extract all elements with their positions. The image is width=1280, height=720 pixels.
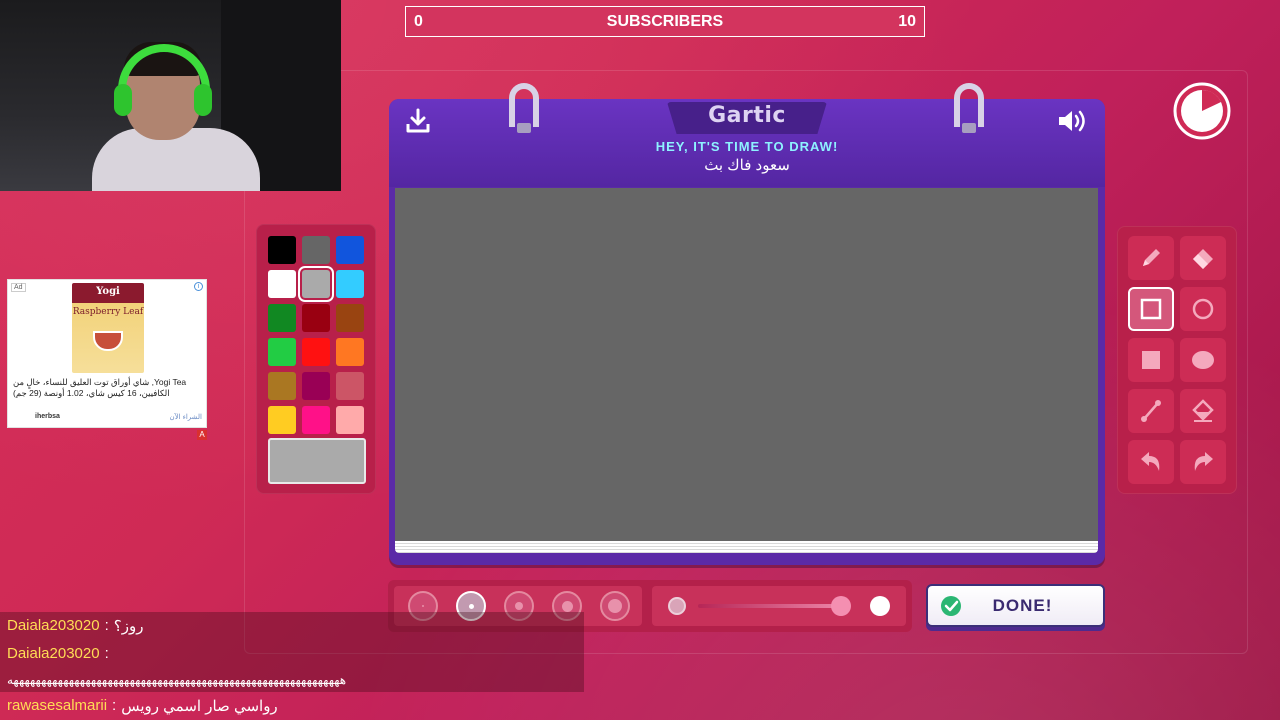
notebook-paper-edge xyxy=(395,541,1098,553)
chat-message: rawasesalmarii : رواسي صار اسمي رويس xyxy=(0,692,278,719)
brush-size-button[interactable] xyxy=(600,591,630,621)
chat-text: رواسي صار اسمي رويس xyxy=(121,697,278,715)
color-swatch[interactable] xyxy=(302,372,330,400)
color-swatch[interactable] xyxy=(268,270,296,298)
advertisement[interactable]: Ad i Yogi Raspberry Leaf Yogi Tea, شاي أ… xyxy=(7,279,207,428)
chat-username: rawasesalmarii xyxy=(7,697,108,714)
brush-size-dot-icon xyxy=(422,605,424,607)
pencil-tool[interactable] xyxy=(1128,236,1174,280)
drawing-notebook: Gartic HEY, IT'S TIME TO DRAW! سعود فاك … xyxy=(389,83,1105,565)
done-button[interactable]: DONE! xyxy=(926,584,1105,627)
headset-earcup-left xyxy=(114,84,132,116)
color-swatch[interactable] xyxy=(336,270,364,298)
stream-chat: Daiala203020 : روز؟ Daiala203020 : ههههه… xyxy=(0,612,584,720)
brush-size-dot-icon xyxy=(515,602,523,610)
brush-size-dot-icon xyxy=(468,603,474,609)
speaker-icon[interactable] xyxy=(1056,108,1088,134)
brush-size-dot-icon xyxy=(561,600,573,612)
fill-bucket-icon xyxy=(1192,399,1214,422)
color-swatch[interactable] xyxy=(302,406,330,434)
color-swatch[interactable] xyxy=(268,304,296,332)
chat-message-continuation: هههههههههههههههههههههههههههههههههههههههه… xyxy=(0,666,347,693)
ellipse-filled-tool[interactable] xyxy=(1180,338,1226,382)
timer-icon xyxy=(1173,82,1231,140)
rectangle-filled-tool[interactable] xyxy=(1128,338,1174,382)
ad-cta-link[interactable]: الشراء الآن xyxy=(170,413,202,421)
ad-product-brand: Yogi xyxy=(96,286,120,297)
chat-separator: : xyxy=(104,617,109,634)
color-swatch[interactable] xyxy=(268,406,296,434)
drawing-canvas[interactable] xyxy=(395,188,1098,541)
headset-earcup-right xyxy=(194,84,212,116)
chat-username: Daiala203020 xyxy=(7,617,100,634)
color-swatch[interactable] xyxy=(302,236,330,264)
webcam-overlay xyxy=(0,0,341,191)
subscriber-goal-bar: 0 SUBSCRIBERS 10 xyxy=(405,6,925,37)
secret-word: سعود فاك بث xyxy=(704,157,790,174)
color-swatch[interactable] xyxy=(336,372,364,400)
color-swatch[interactable] xyxy=(336,236,364,264)
ad-info-icon[interactable]: i xyxy=(194,282,203,291)
opacity-slider-track[interactable] xyxy=(698,604,848,608)
redo-tool[interactable] xyxy=(1180,440,1226,484)
chat-separator: : xyxy=(104,645,109,662)
undo-icon xyxy=(1141,452,1160,471)
undo-tool[interactable] xyxy=(1128,440,1174,484)
color-swatch[interactable] xyxy=(268,236,296,264)
rectangle-outline-tool[interactable] xyxy=(1128,287,1174,331)
ellipse-outline-icon xyxy=(1192,298,1214,320)
binder-ring-right xyxy=(954,83,984,133)
ellipse-filled-icon xyxy=(1192,351,1214,369)
opacity-slider-handle[interactable] xyxy=(830,596,851,616)
eraser-icon xyxy=(1193,249,1213,269)
color-swatch[interactable] xyxy=(268,338,296,366)
chat-message: Daiala203020 : xyxy=(0,640,114,667)
chat-text: هههههههههههههههههههههههههههههههههههههههه… xyxy=(7,672,347,687)
color-swatch[interactable] xyxy=(302,304,330,332)
ad-flag-icon[interactable]: A xyxy=(197,430,207,440)
gartic-logo: Gartic xyxy=(708,103,786,128)
opacity-slider-group xyxy=(652,586,906,626)
done-button-label: DONE! xyxy=(992,595,1053,615)
line-icon xyxy=(1141,400,1161,422)
color-swatch[interactable] xyxy=(336,406,364,434)
drawing-tools-panel xyxy=(1117,226,1237,494)
subscriber-current: 0 xyxy=(414,12,423,30)
rectangle-outline-icon xyxy=(1140,298,1162,320)
redo-icon xyxy=(1194,452,1213,471)
ellipse-outline-tool[interactable] xyxy=(1180,287,1226,331)
ad-product-flavor: Raspberry Leaf xyxy=(72,307,144,317)
line-tool[interactable] xyxy=(1128,389,1174,433)
chat-text: روز؟ xyxy=(113,617,144,635)
color-swatch[interactable] xyxy=(298,266,334,302)
eraser-tool[interactable] xyxy=(1180,236,1226,280)
color-swatch[interactable] xyxy=(336,338,364,366)
check-icon xyxy=(941,595,961,616)
color-swatch[interactable] xyxy=(268,372,296,400)
tea-cup-icon xyxy=(93,331,123,351)
chat-message: Daiala203020 : روز؟ xyxy=(0,612,143,639)
download-icon[interactable] xyxy=(403,106,433,136)
color-swatch[interactable] xyxy=(302,338,330,366)
chat-separator: : xyxy=(112,697,117,714)
ad-product-image[interactable]: Yogi Raspberry Leaf xyxy=(72,283,144,373)
subscriber-goal: 10 xyxy=(898,12,916,30)
draw-prompt-message: HEY, IT'S TIME TO DRAW! xyxy=(655,139,839,154)
brush-size-dot-icon xyxy=(608,599,622,613)
color-swatch[interactable] xyxy=(336,304,364,332)
pencil-icon xyxy=(1143,249,1160,266)
opacity-max-icon xyxy=(870,596,890,616)
rectangle-filled-icon xyxy=(1142,351,1160,369)
opacity-min-icon xyxy=(668,597,686,615)
current-color-preview xyxy=(268,438,366,484)
binder-ring-left xyxy=(509,83,539,133)
fill-tool[interactable] xyxy=(1180,389,1226,433)
ad-source[interactable]: iherbsa xyxy=(35,413,60,420)
ad-description[interactable]: Yogi Tea, شاي أوراق توت العليق للنساء، خ… xyxy=(13,377,203,399)
chat-username: Daiala203020 xyxy=(7,645,100,662)
color-palette xyxy=(256,224,376,494)
subscriber-title: SUBSCRIBERS xyxy=(606,12,724,30)
ad-badge: Ad xyxy=(11,283,26,292)
